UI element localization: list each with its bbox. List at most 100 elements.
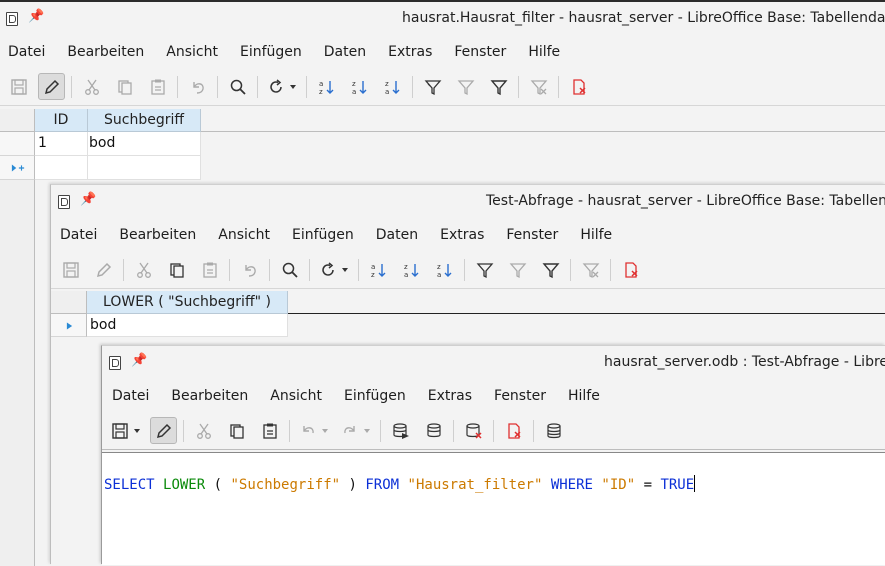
menu-fenster[interactable]: Fenster bbox=[494, 388, 546, 404]
table-cell-suchbegriff[interactable]: bod bbox=[88, 132, 201, 156]
menu-datei[interactable]: Datei bbox=[60, 227, 97, 243]
table-cell-id[interactable]: 1 bbox=[35, 132, 88, 156]
sort-descending-icon[interactable]: za bbox=[346, 73, 373, 100]
remove-filter-icon[interactable] bbox=[525, 73, 552, 100]
sql-editor[interactable]: SELECT LOWER ( "Suchbegriff" ) FROM "Hau… bbox=[102, 452, 885, 565]
separator bbox=[464, 258, 465, 281]
cut-icon[interactable] bbox=[130, 256, 157, 283]
sort-icon[interactable]: za bbox=[431, 256, 458, 283]
undo-icon[interactable] bbox=[296, 417, 332, 444]
sort-descending-icon[interactable]: za bbox=[398, 256, 425, 283]
edit-pencil-icon[interactable] bbox=[38, 73, 65, 100]
clear-query-icon[interactable] bbox=[420, 417, 447, 444]
separator bbox=[257, 75, 258, 98]
save-icon[interactable] bbox=[5, 73, 32, 100]
svg-text:a: a bbox=[352, 88, 356, 96]
pin-icon[interactable]: 📌 bbox=[80, 192, 96, 207]
run-query-icon[interactable] bbox=[387, 417, 414, 444]
menu-ansicht[interactable]: Ansicht bbox=[218, 227, 270, 243]
delete-record-icon[interactable] bbox=[565, 73, 592, 100]
menu-einfuegen[interactable]: Einfügen bbox=[292, 227, 354, 243]
pin-icon[interactable]: 📌 bbox=[131, 353, 147, 368]
sort-ascending-icon[interactable]: az bbox=[365, 256, 392, 283]
menu-fenster[interactable]: Fenster bbox=[454, 44, 506, 60]
database-icon[interactable] bbox=[540, 417, 567, 444]
sort-icon[interactable]: za bbox=[379, 73, 406, 100]
paste-icon[interactable] bbox=[196, 256, 223, 283]
search-icon[interactable] bbox=[276, 256, 303, 283]
sql-operator: = bbox=[643, 477, 653, 493]
autofilter-icon[interactable] bbox=[471, 256, 498, 283]
paste-icon[interactable] bbox=[256, 417, 283, 444]
query-result-titlebar[interactable]: 📌 Test-Abfrage - hausrat_server - LibreO… bbox=[51, 185, 885, 219]
menu-datei[interactable]: Datei bbox=[8, 44, 45, 60]
pin-icon[interactable]: 📌 bbox=[28, 9, 44, 24]
copy-icon[interactable] bbox=[163, 256, 190, 283]
menu-datei[interactable]: Datei bbox=[112, 388, 149, 404]
menu-fenster[interactable]: Fenster bbox=[506, 227, 558, 243]
sql-statement[interactable]: SELECT LOWER ( "Suchbegriff" ) FROM "Hau… bbox=[104, 459, 696, 493]
menu-bearbeiten[interactable]: Bearbeiten bbox=[119, 227, 196, 243]
menu-einfuegen[interactable]: Einfügen bbox=[240, 44, 302, 60]
separator bbox=[306, 75, 307, 98]
edit-pencil-icon[interactable] bbox=[150, 417, 177, 444]
standard-filter-icon[interactable] bbox=[504, 256, 531, 283]
libreoffice-base-icon bbox=[6, 12, 18, 26]
copy-icon[interactable] bbox=[223, 417, 250, 444]
sql-string: "Hausrat_filter" bbox=[407, 477, 543, 493]
new-record-cell-id[interactable] bbox=[35, 156, 88, 180]
menu-bearbeiten[interactable]: Bearbeiten bbox=[67, 44, 144, 60]
edit-pencil-icon[interactable] bbox=[90, 256, 117, 283]
new-record-arrow-icon bbox=[11, 164, 25, 172]
delete-record-icon[interactable] bbox=[617, 256, 644, 283]
filter-icon[interactable] bbox=[537, 256, 564, 283]
paste-icon[interactable] bbox=[144, 73, 171, 100]
svg-text:z: z bbox=[319, 88, 323, 96]
menu-daten[interactable]: Daten bbox=[376, 227, 418, 243]
refresh-icon[interactable] bbox=[316, 256, 352, 283]
menu-bearbeiten[interactable]: Bearbeiten bbox=[171, 388, 248, 404]
column-header-id[interactable]: ID bbox=[35, 109, 88, 132]
current-row-header[interactable] bbox=[51, 314, 87, 337]
new-record-row-header[interactable] bbox=[0, 156, 35, 180]
column-header-lower-suchbegriff[interactable]: LOWER ( "Suchbegriff" ) bbox=[87, 291, 288, 314]
menu-ansicht[interactable]: Ansicht bbox=[166, 44, 218, 60]
menu-daten[interactable]: Daten bbox=[324, 44, 366, 60]
sort-ascending-icon[interactable]: az bbox=[313, 73, 340, 100]
menu-extras[interactable]: Extras bbox=[440, 227, 484, 243]
table-window-titlebar[interactable]: 📌 hausrat.Hausrat_filter - hausrat_serve… bbox=[0, 2, 885, 36]
menu-hilfe[interactable]: Hilfe bbox=[580, 227, 612, 243]
autofilter-icon[interactable] bbox=[419, 73, 446, 100]
copy-icon[interactable] bbox=[111, 73, 138, 100]
undo-icon[interactable] bbox=[184, 73, 211, 100]
row-header[interactable] bbox=[0, 132, 35, 156]
save-icon[interactable] bbox=[108, 417, 144, 444]
search-icon[interactable] bbox=[224, 73, 251, 100]
column-header-suchbegriff[interactable]: Suchbegriff bbox=[88, 109, 201, 132]
delete-record-icon[interactable] bbox=[500, 417, 527, 444]
menu-extras[interactable]: Extras bbox=[428, 388, 472, 404]
table-cell-lower-suchbegriff[interactable]: bod bbox=[87, 314, 288, 337]
query-design-titlebar[interactable]: 📌 hausrat_server.odb : Test-Abfrage - Li… bbox=[102, 346, 885, 380]
header-line bbox=[201, 131, 885, 132]
menu-einfuegen[interactable]: Einfügen bbox=[344, 388, 406, 404]
menu-extras[interactable]: Extras bbox=[388, 44, 432, 60]
standard-filter-icon[interactable] bbox=[452, 73, 479, 100]
redo-icon[interactable] bbox=[338, 417, 374, 444]
menu-hilfe[interactable]: Hilfe bbox=[528, 44, 560, 60]
refresh-icon[interactable] bbox=[264, 73, 300, 100]
new-record-cell-suchbegriff[interactable] bbox=[88, 156, 201, 180]
svg-text:a: a bbox=[437, 271, 441, 279]
filter-icon[interactable] bbox=[485, 73, 512, 100]
menu-ansicht[interactable]: Ansicht bbox=[270, 388, 322, 404]
save-icon[interactable] bbox=[57, 256, 84, 283]
header-line bbox=[288, 313, 885, 314]
cut-icon[interactable] bbox=[78, 73, 105, 100]
menu-hilfe[interactable]: Hilfe bbox=[568, 388, 600, 404]
cut-icon[interactable] bbox=[190, 417, 217, 444]
remove-filter-icon[interactable] bbox=[577, 256, 604, 283]
delete-table-icon[interactable] bbox=[460, 417, 487, 444]
svg-text:a: a bbox=[319, 80, 323, 88]
separator bbox=[123, 258, 124, 281]
undo-icon[interactable] bbox=[236, 256, 263, 283]
